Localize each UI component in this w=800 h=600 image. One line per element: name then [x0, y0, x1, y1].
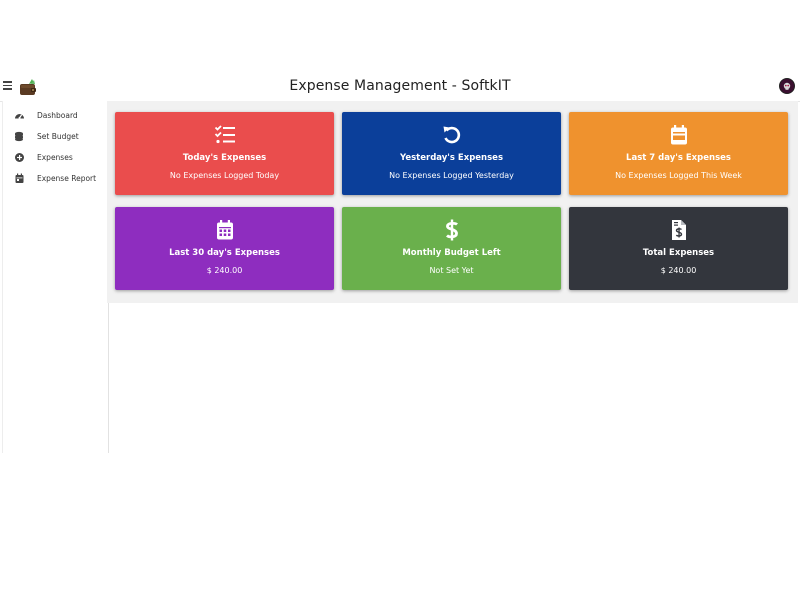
sidebar-item-dashboard[interactable]: Dashboard	[3, 107, 108, 125]
card-title: Yesterday's Expenses	[399, 153, 503, 163]
app-window: Expense Management - SoftkIT Dashboard S…	[0, 73, 800, 453]
app-title: Expense Management - SoftkIT	[289, 78, 511, 94]
card-yesterdays-expenses[interactable]: Yesterday's Expenses No Expenses Logged …	[342, 112, 561, 195]
sidebar-item-label: Dashboard	[37, 111, 78, 120]
dashboard-content: Today's Expenses No Expenses Logged Toda…	[107, 101, 798, 303]
card-title: Last 7 day's Expenses	[626, 153, 731, 163]
invoice-icon	[569, 219, 788, 241]
card-total-expenses[interactable]: Total Expenses $ 240.00	[569, 207, 788, 290]
calendar-week-icon	[569, 124, 788, 146]
card-value: No Expenses Logged Yesterday	[389, 171, 514, 180]
sidebar-item-label: Expenses	[37, 153, 73, 162]
dashboard-icon	[14, 110, 25, 121]
top-bar: Expense Management - SoftkIT	[0, 73, 800, 102]
card-title: Total Expenses	[642, 248, 715, 258]
card-monthly-budget-left[interactable]: Monthly Budget Left Not Set Yet	[342, 207, 561, 290]
card-value: $ 240.00	[660, 266, 697, 275]
card-value: No Expenses Logged Today	[169, 171, 280, 180]
card-title: Today's Expenses	[182, 153, 267, 163]
card-todays-expenses[interactable]: Today's Expenses No Expenses Logged Toda…	[115, 112, 334, 195]
undo-icon	[342, 124, 561, 146]
sidebar-item-set-budget[interactable]: Set Budget	[3, 128, 108, 146]
calendar-icon	[14, 173, 25, 184]
card-last-30-days-expenses[interactable]: Last 30 day's Expenses $ 240.00	[115, 207, 334, 290]
card-title: Monthly Budget Left	[402, 248, 501, 258]
calendar-month-icon	[115, 219, 334, 241]
sidebar-item-expense-report[interactable]: Expense Report	[3, 170, 108, 188]
card-title: Last 30 day's Expenses	[169, 248, 280, 258]
sidebar-item-label: Expense Report	[37, 174, 97, 183]
checklist-icon	[115, 124, 334, 146]
user-avatar[interactable]	[779, 78, 795, 94]
card-last-7-days-expenses[interactable]: Last 7 day's Expenses No Expenses Logged…	[569, 112, 788, 195]
coins-icon	[14, 131, 25, 142]
card-value: No Expenses Logged This Week	[615, 171, 742, 180]
sidebar-item-expenses[interactable]: Expenses	[3, 149, 108, 167]
dollar-icon	[342, 219, 561, 241]
plus-circle-icon	[14, 152, 25, 163]
sidebar: Dashboard Set Budget Expenses Expense Re…	[2, 101, 109, 453]
sidebar-item-label: Set Budget	[37, 132, 79, 141]
card-value: Not Set Yet	[429, 266, 474, 275]
card-value: $ 240.00	[206, 266, 243, 275]
